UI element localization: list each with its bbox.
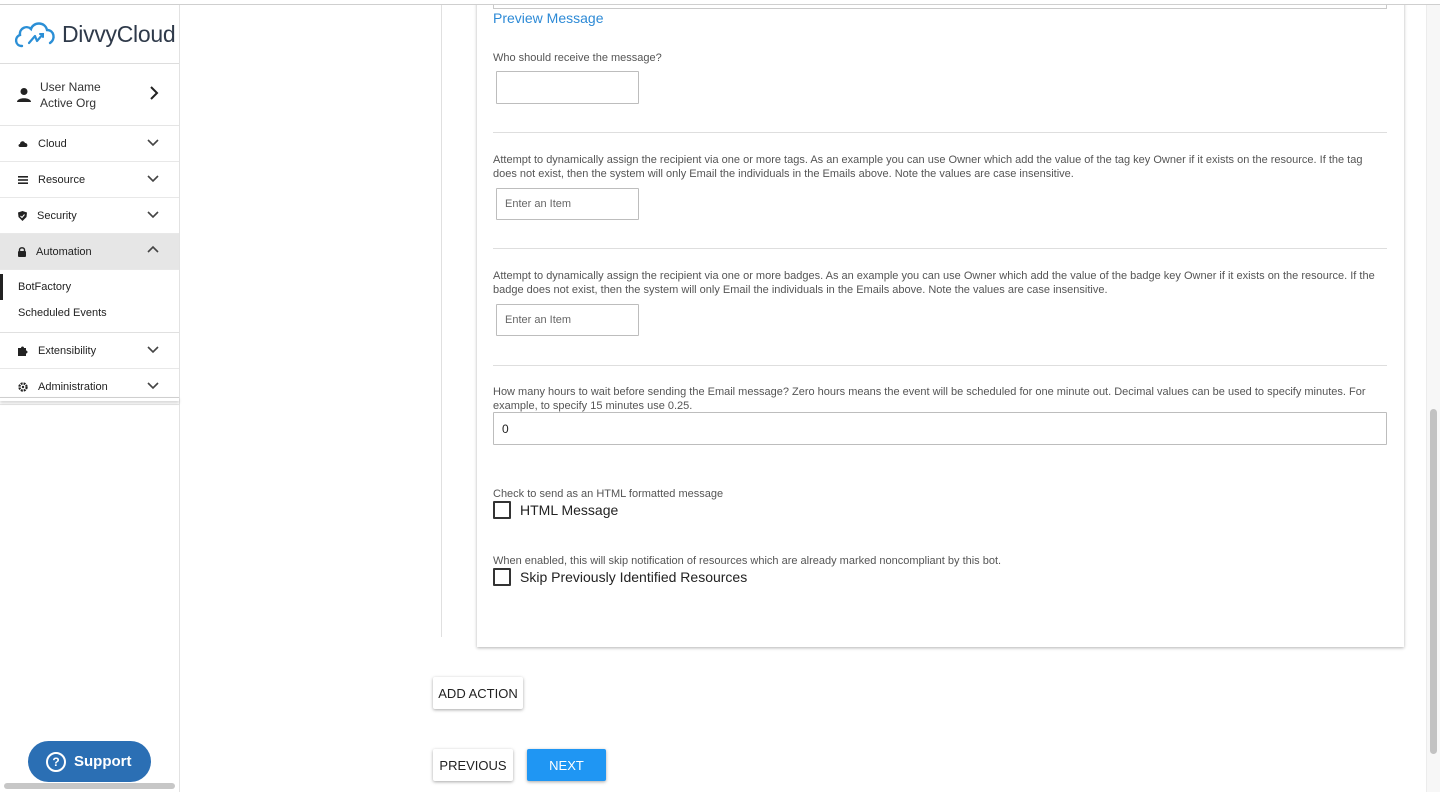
- preview-message-link[interactable]: Preview Message: [493, 10, 604, 26]
- skip-resources-label[interactable]: Skip Previously Identified Resources: [520, 569, 747, 585]
- next-button[interactable]: NEXT: [527, 749, 606, 781]
- chevron-down-icon: [147, 139, 159, 147]
- nav-security-label: Security: [37, 209, 77, 222]
- top-border: [0, 0, 1440, 5]
- vertical-scrollbar-thumb[interactable]: [1430, 409, 1437, 754]
- automation-submenu: BotFactory Scheduled Events: [0, 270, 179, 333]
- nav-extensibility[interactable]: Extensibility: [0, 333, 179, 369]
- help-icon: ?: [46, 751, 66, 772]
- user-org: Active Org: [40, 95, 97, 110]
- cloud-icon: [18, 140, 28, 147]
- tags-input[interactable]: Enter an Item: [496, 188, 639, 220]
- section-divider-line: [441, 5, 442, 637]
- badges-label: Attempt to dynamically assign the recipi…: [493, 270, 1375, 296]
- hours-label: How many hours to wait before sending th…: [493, 386, 1366, 412]
- nav-administration-label: Administration: [38, 380, 108, 393]
- gear-icon: [18, 381, 28, 392]
- lock-icon: [18, 246, 26, 257]
- hours-input[interactable]: 0: [493, 412, 1387, 445]
- badges-input[interactable]: Enter an Item: [496, 304, 639, 336]
- chevron-down-icon: [147, 175, 159, 183]
- sidebar-item-botfactory[interactable]: BotFactory: [0, 274, 179, 300]
- shield-icon: [18, 210, 27, 221]
- skip-resources-checkbox[interactable]: [493, 568, 511, 586]
- sidebar-menu-bottom-edge: [0, 397, 179, 401]
- brand-name: DivvyCloud: [62, 20, 176, 47]
- logo[interactable]: DivvyCloud: [0, 5, 179, 64]
- list-icon: [18, 175, 28, 184]
- chevron-down-icon: [147, 382, 159, 390]
- recipient-label: Who should receive the message?: [493, 52, 662, 64]
- skip-resources-hint: When enabled, this will skip notificatio…: [493, 555, 1002, 567]
- nav-automation-label: Automation: [36, 245, 92, 258]
- nav-automation[interactable]: Automation: [0, 234, 179, 270]
- chevron-down-icon: [147, 211, 159, 219]
- skip-resources-row[interactable]: Skip Previously Identified Resources: [493, 568, 747, 586]
- html-message-hint: Check to send as an HTML formatted messa…: [493, 488, 724, 500]
- chevron-down-icon: [147, 346, 159, 354]
- nav-cloud-label: Cloud: [38, 137, 67, 150]
- user-name: User Name: [40, 79, 101, 94]
- chevron-up-icon: [147, 245, 159, 253]
- divider: [493, 365, 1387, 366]
- support-label: Support: [74, 753, 132, 770]
- html-message-label[interactable]: HTML Message: [520, 502, 618, 518]
- html-message-checkbox[interactable]: [493, 501, 511, 519]
- recipient-input[interactable]: [496, 71, 639, 104]
- nav-resource[interactable]: Resource: [0, 162, 179, 198]
- nav-security[interactable]: Security: [0, 198, 179, 234]
- puzzle-icon: [18, 346, 28, 356]
- html-message-row[interactable]: HTML Message: [493, 501, 618, 519]
- tags-label: Attempt to dynamically assign the recipi…: [493, 154, 1363, 180]
- divider: [493, 248, 1387, 249]
- nav-cloud[interactable]: Cloud: [0, 126, 179, 162]
- divider: [493, 132, 1387, 133]
- previous-button[interactable]: PREVIOUS: [433, 749, 513, 781]
- add-action-button[interactable]: ADD ACTION: [433, 677, 523, 709]
- user-menu[interactable]: User Name Active Org: [0, 64, 179, 126]
- nav-extensibility-label: Extensibility: [38, 344, 97, 357]
- nav-resource-label: Resource: [38, 173, 86, 186]
- sidebar-horizontal-scrollbar[interactable]: [4, 783, 175, 789]
- user-icon: [17, 87, 31, 102]
- support-button[interactable]: ? Support: [28, 741, 151, 782]
- sidebar-item-scheduled-events[interactable]: Scheduled Events: [0, 300, 179, 326]
- cloud-logo-icon: [14, 22, 55, 48]
- chevron-right-icon: [150, 86, 159, 100]
